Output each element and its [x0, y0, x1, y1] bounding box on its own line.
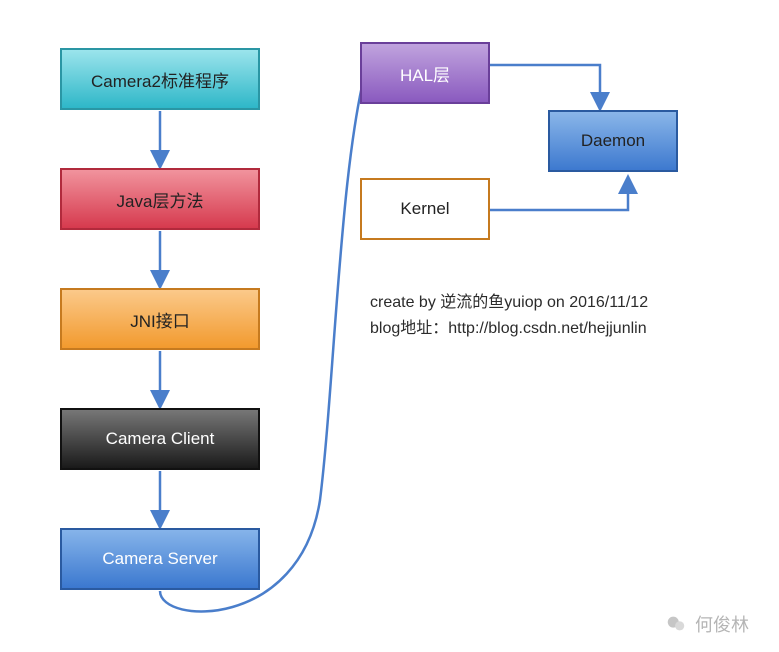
caption-line-2: blog地址：http://blog.csdn.net/hejjunlin	[370, 314, 647, 338]
node-label: JNI接口	[130, 307, 190, 332]
node-camera2: Camera2标准程序	[60, 48, 260, 110]
node-label: Camera Server	[102, 549, 217, 569]
node-hal: HAL层	[360, 42, 490, 104]
node-label: Camera2标准程序	[91, 67, 229, 92]
caption-line-1: create by 逆流的鱼yuiop on 2016/11/12	[370, 288, 648, 312]
node-camera-server: Camera Server	[60, 528, 260, 590]
node-label: HAL层	[400, 61, 450, 86]
node-label: Kernel	[400, 199, 449, 219]
node-label: Java层方法	[117, 187, 204, 212]
watermark: 何俊林	[665, 611, 749, 637]
node-label: Camera Client	[106, 429, 215, 449]
node-daemon: Daemon	[548, 110, 678, 172]
arrow-kernel-to-daemon	[489, 178, 628, 210]
wechat-icon	[665, 613, 687, 635]
watermark-text: 何俊林	[695, 611, 749, 637]
node-jni: JNI接口	[60, 288, 260, 350]
arrow-hal-to-daemon	[489, 65, 600, 108]
node-java-layer: Java层方法	[60, 168, 260, 230]
node-camera-client: Camera Client	[60, 408, 260, 470]
node-label: Daemon	[581, 131, 645, 151]
node-kernel: Kernel	[360, 178, 490, 240]
